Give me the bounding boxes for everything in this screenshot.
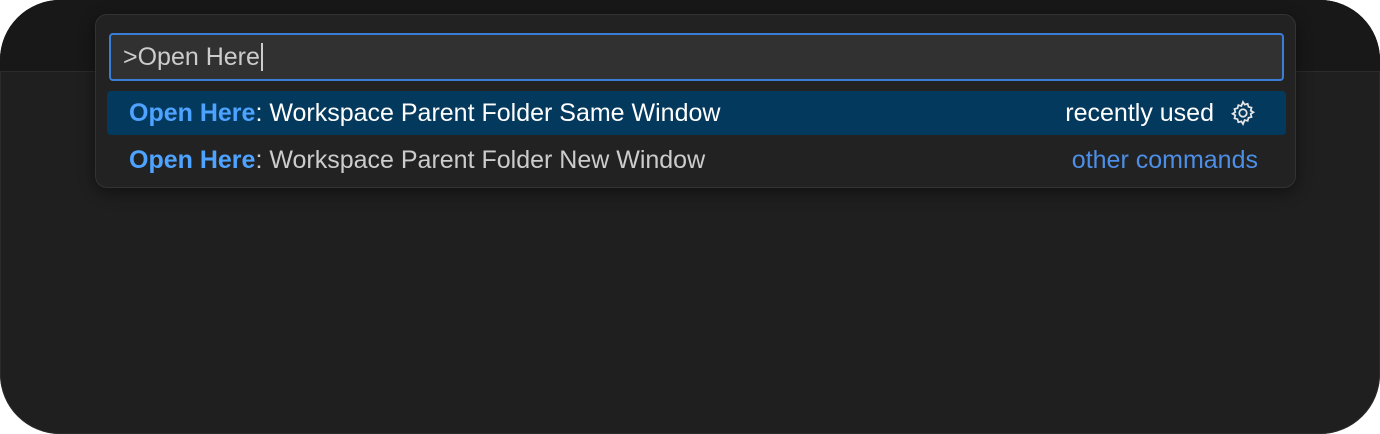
command-item-same-window[interactable]: Open Here : Workspace Parent Folder Same…: [107, 91, 1286, 135]
editor-window: >Open Here Open Here : Workspace Parent …: [0, 0, 1380, 434]
command-item-label: : Workspace Parent Folder Same Window: [255, 98, 721, 127]
command-palette: >Open Here Open Here : Workspace Parent …: [95, 14, 1296, 188]
command-match-highlight: Open Here: [129, 98, 256, 127]
command-item-label: : Workspace Parent Folder New Window: [255, 145, 706, 174]
command-palette-input[interactable]: >Open Here: [109, 33, 1284, 81]
command-item-category: recently used: [1065, 98, 1214, 127]
command-item-new-window[interactable]: Open Here : Workspace Parent Folder New …: [107, 138, 1286, 182]
command-input-text: >Open Here: [123, 42, 260, 71]
command-item-category: other commands: [1071, 145, 1258, 174]
command-match-highlight: Open Here: [129, 145, 256, 174]
text-caret: [260, 43, 263, 71]
gear-icon[interactable]: [1228, 98, 1258, 128]
